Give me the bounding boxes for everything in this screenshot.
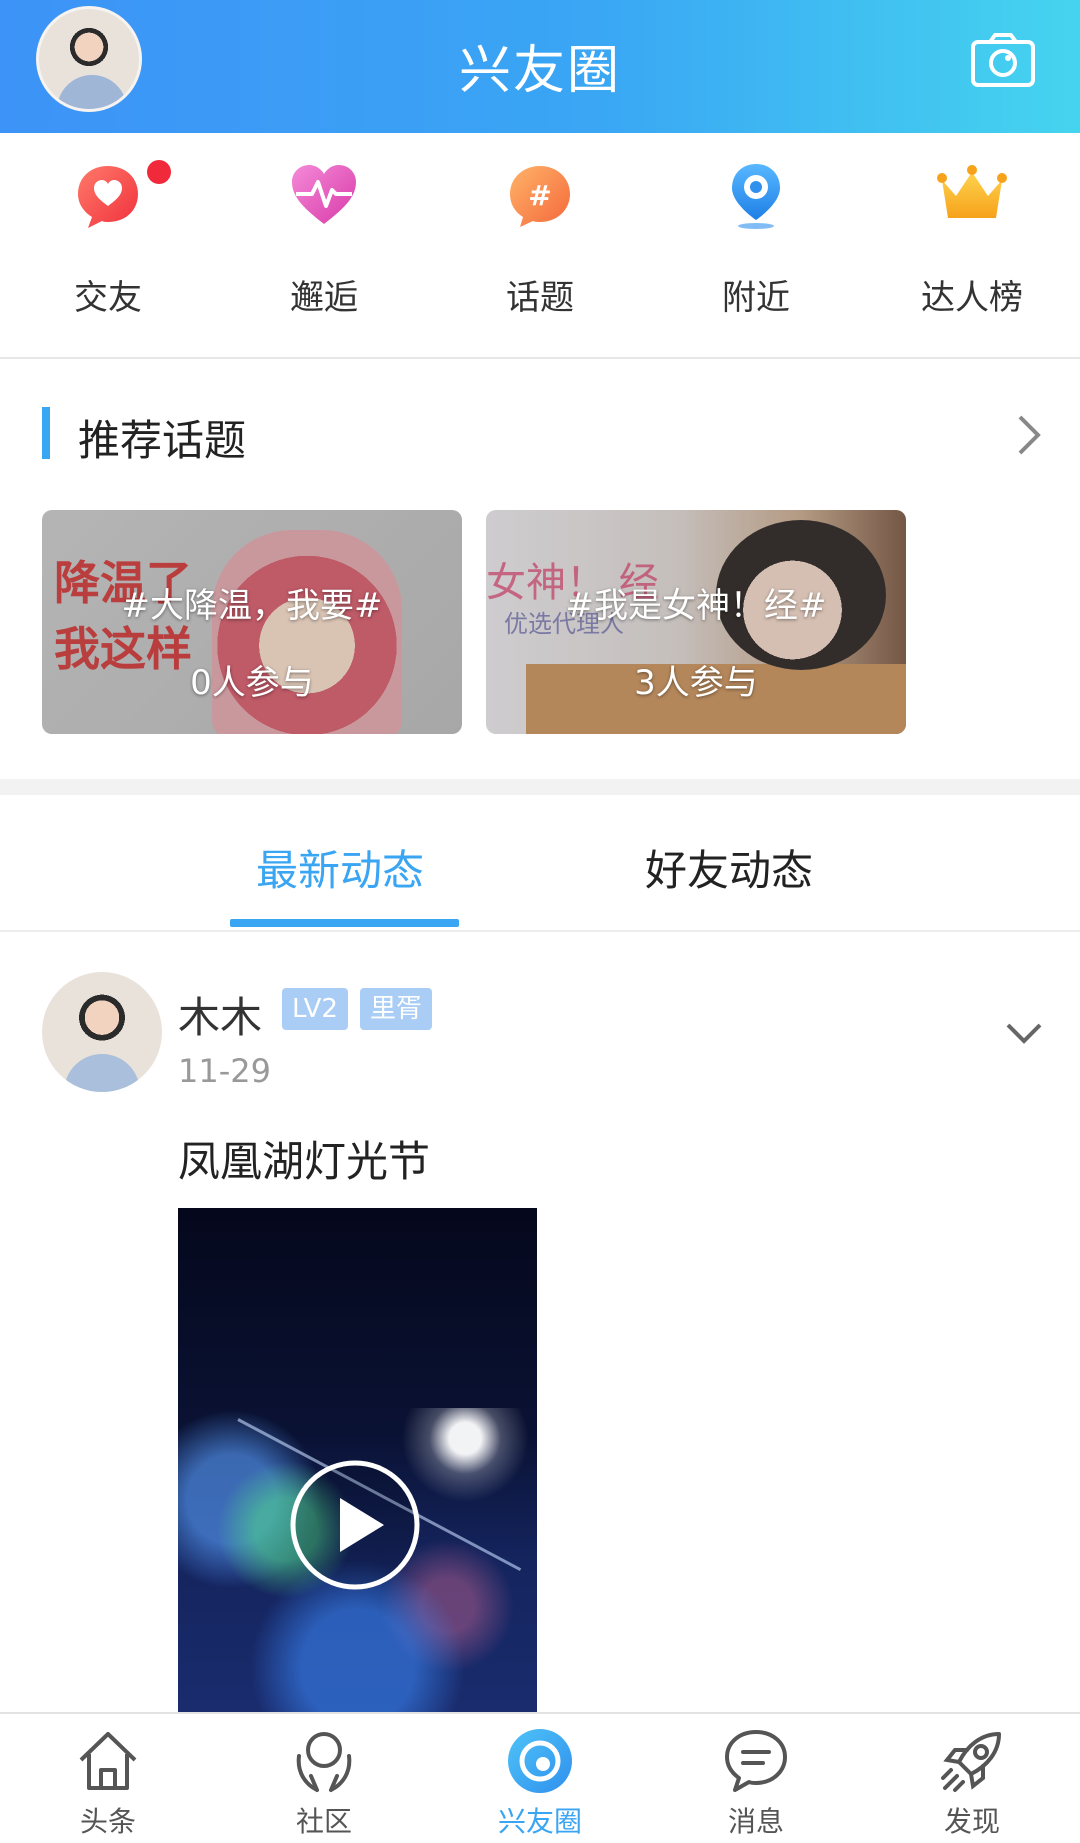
chevron-down-icon[interactable] bbox=[1004, 1020, 1044, 1046]
quick-item-label: 达人榜 bbox=[921, 278, 1023, 318]
nav-headlines[interactable]: 头条 bbox=[0, 1714, 216, 1843]
quick-item-encounter[interactable]: 邂逅 bbox=[216, 133, 432, 357]
topic-card[interactable]: 降温了 我这样 #大降温，我要# 0人参与 bbox=[42, 510, 462, 734]
topic-name: #大降温，我要# bbox=[121, 586, 383, 626]
page-title: 兴友圈 bbox=[458, 41, 621, 101]
quick-item-label: 附近 bbox=[722, 278, 790, 318]
post-date: 11-29 bbox=[178, 1052, 271, 1090]
message-icon bbox=[725, 1730, 787, 1792]
tab-friends[interactable]: 好友动态 bbox=[645, 837, 813, 898]
location-pin-icon bbox=[732, 164, 780, 229]
location-badge: 里胥 bbox=[360, 988, 433, 1030]
camera-icon[interactable] bbox=[970, 32, 1036, 88]
recommended-topics: 推荐话题 降温了 我这样 #大降温，我要# 0人参与 女神！ 经 优选代理人 #我… bbox=[0, 361, 1080, 779]
topic-name: #我是女神！经# bbox=[565, 586, 827, 626]
heart-chat-icon bbox=[78, 166, 138, 228]
topic-participants: 0人参与 bbox=[190, 663, 314, 703]
nav-label: 社区 bbox=[295, 1805, 352, 1838]
video-thumbnail[interactable] bbox=[178, 1208, 537, 1712]
avatar[interactable] bbox=[42, 972, 162, 1092]
active-tab-indicator bbox=[230, 919, 459, 927]
topic-card[interactable]: 女神！ 经 优选代理人 #我是女神！经# 3人参与 bbox=[486, 510, 906, 734]
post-text: 凤凰湖灯光节 bbox=[178, 1137, 431, 1186]
nav-label: 头条 bbox=[79, 1805, 136, 1838]
circle-icon bbox=[508, 1729, 572, 1793]
post-author[interactable]: 木木 bbox=[178, 984, 262, 1045]
nav-messages[interactable]: 消息 bbox=[648, 1714, 864, 1843]
crown-icon bbox=[937, 165, 1007, 218]
tab-latest[interactable]: 最新动态 bbox=[256, 837, 424, 898]
nav-circle[interactable]: 兴友圈 bbox=[432, 1714, 648, 1843]
quick-item-topics[interactable]: # 话题 bbox=[432, 133, 648, 357]
quick-item-leaderboard[interactable]: 达人榜 bbox=[864, 133, 1080, 357]
level-badge: LV2 bbox=[282, 988, 348, 1030]
nav-discover[interactable]: 发现 bbox=[864, 1714, 1080, 1843]
community-icon bbox=[296, 1732, 352, 1792]
quick-item-label: 话题 bbox=[506, 278, 574, 318]
heartbeat-icon bbox=[292, 165, 356, 224]
quick-menu: 交友 邂逅 # 话题 附近 达人榜 bbox=[0, 133, 1080, 359]
nav-label: 兴友圈 bbox=[497, 1805, 582, 1838]
quick-item-make-friends[interactable]: 交友 bbox=[0, 133, 216, 357]
feed-post: 木木 LV2 里胥 11-29 凤凰湖灯光节 bbox=[0, 932, 1080, 1712]
svg-text:#: # bbox=[528, 179, 551, 212]
chevron-right-icon[interactable] bbox=[1014, 413, 1044, 457]
nav-community[interactable]: 社区 bbox=[216, 1714, 432, 1843]
notification-dot bbox=[147, 160, 171, 184]
play-icon[interactable] bbox=[288, 1458, 422, 1592]
quick-item-label: 交友 bbox=[74, 278, 142, 318]
quick-item-label: 邂逅 bbox=[290, 278, 358, 318]
feed-tabs: 最新动态 好友动态 bbox=[0, 795, 1080, 932]
section-divider bbox=[0, 779, 1080, 795]
topic-participants: 3人参与 bbox=[634, 663, 758, 703]
nav-label: 发现 bbox=[943, 1805, 1000, 1838]
bottom-nav: 头条 社区 兴友圈 消息 发现 bbox=[0, 1712, 1080, 1843]
nav-label: 消息 bbox=[727, 1805, 784, 1838]
home-icon bbox=[79, 1732, 137, 1790]
section-accent-bar bbox=[42, 407, 50, 459]
hashtag-icon: # bbox=[510, 166, 570, 227]
rocket-icon bbox=[941, 1732, 1001, 1792]
quick-item-nearby[interactable]: 附近 bbox=[648, 133, 864, 357]
top-header: 兴友圈 bbox=[0, 0, 1080, 133]
section-title: 推荐话题 bbox=[78, 416, 247, 465]
